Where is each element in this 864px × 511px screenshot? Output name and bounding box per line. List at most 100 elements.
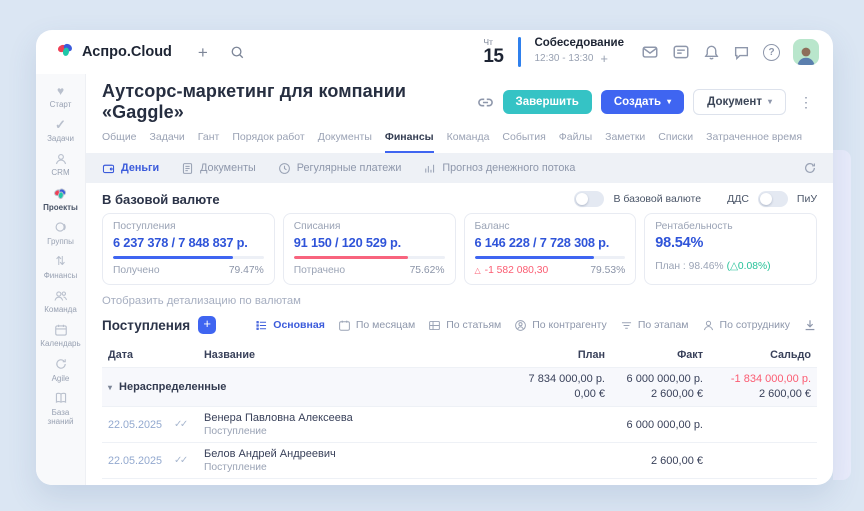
view-by-items[interactable]: По статьям xyxy=(428,319,501,332)
notes-icon[interactable] xyxy=(672,43,690,61)
view-by-counterparty[interactable]: По контрагенту xyxy=(514,319,607,332)
sidebar-item-groups[interactable]: Группы xyxy=(36,220,85,246)
check-icon: ✓ xyxy=(55,117,66,132)
more-menu-icon[interactable]: ⋮ xyxy=(795,94,817,111)
finance-content: В базовой валюте В базовой валюте ДДС Пи… xyxy=(86,183,833,485)
base-currency-header: В базовой валюте xyxy=(102,192,220,207)
page-header: Аутсорс-маркетинг для компании «Gaggle» … xyxy=(86,74,833,153)
kpi-card-incomes[interactable]: Поступления 6 237 378 / 7 848 837 р. Пол… xyxy=(102,213,275,285)
tab-faily[interactable]: Файлы xyxy=(559,131,592,153)
tab-finansy[interactable]: Финансы xyxy=(385,131,434,153)
subtab-cashflow-forecast[interactable]: Прогноз денежного потока xyxy=(423,162,575,175)
kpi-card-balance[interactable]: Баланс 6 146 228 / 7 728 308 р. △ -1 582… xyxy=(464,213,637,285)
view-switcher: Основная По месяцам По статьям По к xyxy=(255,318,817,332)
collapse-icon[interactable]: ▾ xyxy=(108,383,112,392)
double-check-icon: ✓✓ xyxy=(174,419,186,430)
tab-zametki[interactable]: Заметки xyxy=(605,131,645,153)
add-event-button[interactable]: + xyxy=(600,51,608,67)
download-icon[interactable] xyxy=(803,318,817,332)
view-main[interactable]: Основная xyxy=(255,319,325,332)
bell-icon[interactable] xyxy=(703,44,720,61)
top-bar: Аспро.Cloud + Чт 15 Собеседование 12:30 … xyxy=(36,30,833,74)
subtab-documents[interactable]: Документы xyxy=(181,162,256,175)
quick-add-button[interactable]: + xyxy=(198,44,208,61)
tab-spiski[interactable]: Списки xyxy=(658,131,693,153)
sidebar-item-projects[interactable]: Проекты xyxy=(36,186,85,212)
document-button[interactable]: Документ ▾ xyxy=(693,89,786,115)
chevron-down-icon: ▾ xyxy=(768,98,772,106)
vat-pnl-toggle[interactable] xyxy=(758,191,788,207)
progress-bar xyxy=(294,256,445,259)
row-date-link[interactable]: 22.05.2025 xyxy=(108,419,162,431)
tab-obshchie[interactable]: Общие xyxy=(102,131,137,153)
delta-badge: (△0.08%) xyxy=(727,260,771,272)
subtab-recurring-payments[interactable]: Регулярные платежи xyxy=(278,162,402,175)
tab-komanda[interactable]: Команда xyxy=(447,131,490,153)
base-currency-toggle[interactable] xyxy=(574,191,604,207)
project-tabs: Общие Задачи Гант Порядок работ Документ… xyxy=(102,131,817,153)
tab-poryadok-rabot[interactable]: Порядок работ xyxy=(232,131,304,153)
event-title: Собеседование xyxy=(534,37,624,51)
currency-details-link[interactable]: Отобразить детализацию по валютам xyxy=(102,295,817,307)
tab-dokumenty[interactable]: Документы xyxy=(318,131,372,153)
calendar-icon xyxy=(54,322,68,337)
incomes-section-title: Поступления xyxy=(102,318,190,333)
table-header: Дата Название План Факт Сальдо xyxy=(102,342,817,368)
tab-sobytiya[interactable]: События xyxy=(502,131,545,153)
calendar-day: 15 xyxy=(483,47,503,66)
progress-bar xyxy=(475,256,626,259)
sidebar-item-team[interactable]: Команда xyxy=(36,288,85,314)
tab-zatrachennoe-vremya[interactable]: Затраченное время xyxy=(706,131,802,153)
vat-label: ДДС xyxy=(727,193,749,205)
pnl-label: ПиУ xyxy=(797,193,817,205)
upcoming-event[interactable]: Собеседование 12:30 - 13:30 + xyxy=(534,37,624,66)
calendar-weekday: Чт xyxy=(483,38,503,47)
sidebar-item-knowledge-base[interactable]: База знаний xyxy=(36,391,85,426)
chat-icon[interactable] xyxy=(733,44,750,61)
copy-link-icon[interactable] xyxy=(477,94,494,111)
sidebar-item-agile[interactable]: Agile xyxy=(36,357,85,383)
table-group-row[interactable]: ▾ Нераспределенные 7 834 000,00 р. 0,00 … xyxy=(102,368,817,407)
brand[interactable]: Аспро.Cloud xyxy=(56,40,172,64)
help-icon[interactable]: ? xyxy=(763,44,780,61)
app-window: Аспро.Cloud + Чт 15 Собеседование 12:30 … xyxy=(36,30,833,485)
view-by-stages[interactable]: По этапам xyxy=(620,319,689,332)
create-button[interactable]: Создать ▾ xyxy=(601,90,684,114)
table-row[interactable]: 22.05.2025 ✓✓ Белов Андрей Андреевич Пос… xyxy=(102,443,817,479)
row-date-link[interactable]: 22.05.2025 xyxy=(108,455,162,467)
transfers-icon: ⇅ xyxy=(55,254,65,269)
event-accent-bar xyxy=(518,37,521,67)
warning-triangle-icon: △ xyxy=(475,266,481,275)
kpi-card-profitability[interactable]: Рентабельность 98.54% План : 98.46% (△0.… xyxy=(644,213,817,285)
sidebar-item-tasks[interactable]: ✓ Задачи xyxy=(36,117,85,143)
table-row[interactable]: 06.06.2025 Счёт #000281 от 22.05.2025 7 … xyxy=(102,479,817,485)
sidebar-item-start[interactable]: ♥ Старт xyxy=(36,83,85,109)
balance-warning: △ -1 582 080,30 xyxy=(475,265,549,276)
refresh-icon[interactable] xyxy=(803,161,817,175)
kpi-card-expenses[interactable]: Списания 91 150 / 120 529 р. Потрачено 7… xyxy=(283,213,456,285)
calendar-date[interactable]: Чт 15 xyxy=(483,38,503,67)
sidebar-item-calendar[interactable]: Календарь xyxy=(36,322,85,348)
mail-icon[interactable] xyxy=(641,43,659,61)
chevron-down-icon: ▾ xyxy=(667,98,671,106)
sidebar-item-finance[interactable]: ⇅ Финансы xyxy=(36,254,85,280)
view-by-employee[interactable]: По сотруднику xyxy=(702,319,790,332)
sidebar-item-crm[interactable]: CRM xyxy=(36,151,85,177)
subtab-money[interactable]: Деньги xyxy=(102,162,159,175)
tab-gant[interactable]: Гант xyxy=(198,131,220,153)
finance-subtabs: Деньги Документы Регулярные платежи Прог… xyxy=(86,153,833,183)
table-row[interactable]: 22.05.2025 ✓✓ Венера Павловна Алексеева … xyxy=(102,407,817,443)
add-income-button[interactable]: + xyxy=(198,316,216,334)
brand-name: Аспро.Cloud xyxy=(82,44,172,60)
team-icon xyxy=(53,288,68,303)
incomes-table: Дата Название План Факт Сальдо ▾ Нераспр… xyxy=(102,342,817,485)
background-panel-peek xyxy=(833,150,851,480)
page-title: Аутсорс-маркетинг для компании «Gaggle» xyxy=(102,81,477,123)
view-by-months[interactable]: По месяцам xyxy=(338,319,415,332)
avatar[interactable] xyxy=(793,39,819,65)
search-icon[interactable] xyxy=(230,45,245,60)
book-icon xyxy=(54,391,68,406)
complete-button[interactable]: Завершить xyxy=(503,90,592,114)
groups-icon xyxy=(54,220,68,235)
tab-zadachi[interactable]: Задачи xyxy=(150,131,185,153)
